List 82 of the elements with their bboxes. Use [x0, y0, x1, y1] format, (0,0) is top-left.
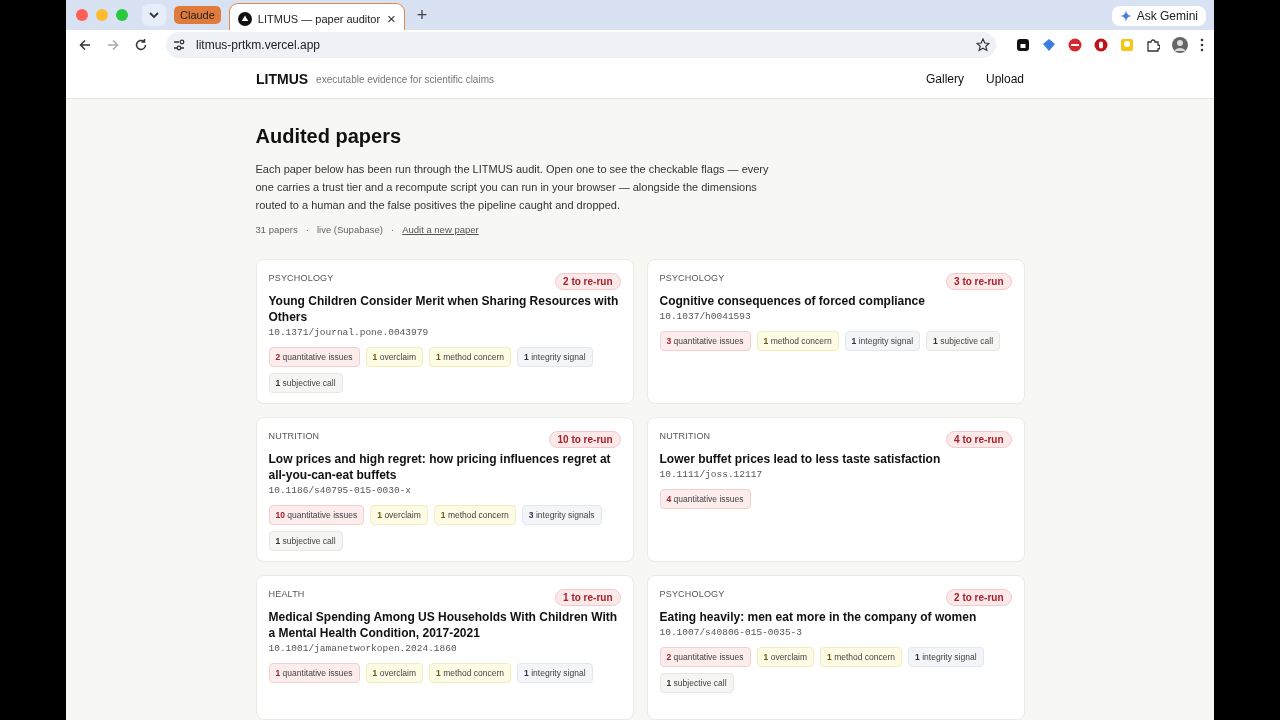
field-label: NUTRITION: [659, 431, 711, 441]
paper-card[interactable]: PSYCHOLOGY 3 to re-run Cognitive consequences of forced compliance 10.1037/h0041593 3 quantitative issues 1 method concern 1 integrity signal 1 subjective call: [646, 259, 1025, 404]
star-icon[interactable]: [976, 37, 990, 52]
nav-link[interactable]: Upload: [985, 71, 1024, 86]
field-label: NUTRITION: [268, 431, 320, 441]
paper-card[interactable]: NUTRITION 4 to re-run Lower buffet prices lead to less taste satisfaction 10.1111/joss.12117 4 quantitative issues: [646, 417, 1025, 562]
paper-title[interactable]: Cognitive consequences of forced compliance: [659, 293, 1012, 309]
new-tab-button[interactable]: +: [412, 4, 432, 26]
paper-title[interactable]: Eating heavily: men eat more in the company of women: [659, 609, 1012, 625]
flag-tag: 1 method concern: [433, 505, 516, 525]
address-bar[interactable]: litmus-prtkm.vercel.app: [166, 31, 996, 58]
nav-link[interactable]: Gallery: [925, 71, 964, 86]
flag-tag: 1 method concern: [756, 331, 839, 351]
intro-text: Each paper below has been run through the LITMUS audit. Open one to see the checkable flags — every one carries a trust tier and a recompute script you can run in your browser — alongside the dimensions routed to a human and the false positives the pipeline caught and dropped.: [255, 162, 770, 213]
browser-tab[interactable]: LITMUS — paper auditor ×: [228, 3, 405, 33]
flag-tag: 1 overclaim: [365, 347, 424, 367]
field-label: HEALTH: [268, 589, 305, 599]
flag-tag: 1 subjective call: [926, 331, 1001, 351]
paper-title[interactable]: Lower buffet prices lead to less taste satisfaction: [659, 451, 1012, 467]
paper-title[interactable]: Medical Spending Among US Households With Children With a Mental Health Condition, 2017-2021: [268, 609, 621, 641]
flag-tag: 1 integrity signal: [517, 663, 593, 683]
paper-title[interactable]: Young Children Consider Merit when Sharing Resources with Others: [268, 293, 621, 325]
doi-text: 10.1001/jamanetworkopen.2024.1860: [268, 643, 458, 654]
flag-tag: 1 overclaim: [365, 663, 424, 683]
tagline: executable evidence for scientific claims: [316, 74, 494, 86]
doi-text: 10.1037/h0041593: [659, 311, 752, 322]
tab-list-button[interactable]: [142, 4, 166, 26]
page-heading: Audited papers: [255, 125, 403, 148]
flag-tag: 1 overclaim: [756, 647, 815, 667]
site-settings-icon[interactable]: [172, 37, 186, 52]
flag-tag: 1 integrity signal: [908, 647, 984, 667]
paper-card[interactable]: [255, 417, 634, 562]
separator-dot: ·: [390, 224, 395, 235]
paper-title[interactable]: Low prices and high regret: how pricing influences regret at all-you-can-eat buffets: [268, 451, 621, 483]
tab-group-label[interactable]: Claude: [174, 6, 221, 24]
meta-text: live (Supabase): [316, 224, 383, 235]
doi-text: 10.1007/s40806-015-0035-3: [659, 627, 804, 638]
close-tab-button[interactable]: ×: [387, 10, 396, 27]
flag-tag: 1 overclaim: [370, 505, 428, 525]
flag-tag: 2 quantitative issues: [659, 647, 751, 667]
field-label: PSYCHOLOGY: [659, 273, 725, 283]
rerun-badge: 3 to re-run: [946, 273, 1012, 290]
site-logo[interactable]: LITMUS: [256, 70, 309, 87]
reload-icon[interactable]: [134, 37, 148, 52]
puzzle-icon[interactable]: [1146, 37, 1160, 52]
rerun-badge: 10 to re-run: [549, 431, 621, 448]
doi-text: 10.1111/joss.12117: [659, 469, 764, 480]
flag-tag: 1 subjective call: [659, 673, 734, 693]
flag-tag: 1 method concern: [429, 347, 512, 367]
flag-tag: 1 integrity signal: [517, 347, 593, 367]
flag-tag: 1 method concern: [820, 647, 903, 667]
back-icon[interactable]: [78, 37, 92, 52]
sparkle-icon: [1119, 10, 1132, 22]
more-menu-icon[interactable]: [1200, 37, 1204, 52]
doi-text: 10.1186/s40795-015-0030-x: [268, 485, 413, 496]
paper-card[interactable]: PSYCHOLOGY 2 to re-run Eating heavily: men eat more in the company of women 10.1007/s40806-015-0035-3 2 quantitative issues 1 overclaim 1 method concern 1 integrity signal 1 subjective call: [646, 575, 1025, 720]
field-label: PSYCHOLOGY: [268, 273, 334, 283]
rerun-badge: 2 to re-run: [555, 273, 621, 290]
separator-dot: ·: [305, 224, 309, 235]
flag-tag: 3 integrity signals: [521, 505, 602, 525]
flag-tag: 10 quantitative issues: [268, 505, 365, 525]
flag-tag: 1 method concern: [429, 663, 512, 683]
flag-tag: 1 quantitative issues: [268, 663, 360, 683]
doi-text: 10.1371/journal.pone.0043979: [268, 327, 430, 338]
meta-text: 31 papers: [255, 224, 298, 235]
diamond-extension-icon[interactable]: [1042, 37, 1056, 52]
rerun-badge: 4 to re-run: [946, 431, 1012, 448]
rerun-badge: 1 to re-run: [555, 589, 621, 606]
flag-tag: 4 quantitative issues: [659, 489, 751, 509]
audit-link[interactable]: Audit a new paper: [402, 224, 479, 235]
flag-tag: 1 subjective call: [268, 373, 343, 393]
field-label: PSYCHOLOGY: [659, 589, 725, 599]
triangle-logo-icon[interactable]: [237, 11, 252, 26]
ask-gemini-button[interactable]: Ask Gemini: [1111, 6, 1206, 26]
paper-card[interactable]: [255, 259, 634, 404]
flag-tag: 1 subjective call: [268, 531, 343, 551]
paper-card[interactable]: [255, 575, 634, 720]
rerun-badge: 2 to re-run: [946, 589, 1012, 606]
flag-tag: 1 integrity signal: [844, 331, 921, 351]
flag-tag: 2 quantitative issues: [268, 347, 360, 367]
avatar-icon[interactable]: [1172, 36, 1188, 53]
flag-tag: 3 quantitative issues: [659, 331, 751, 351]
